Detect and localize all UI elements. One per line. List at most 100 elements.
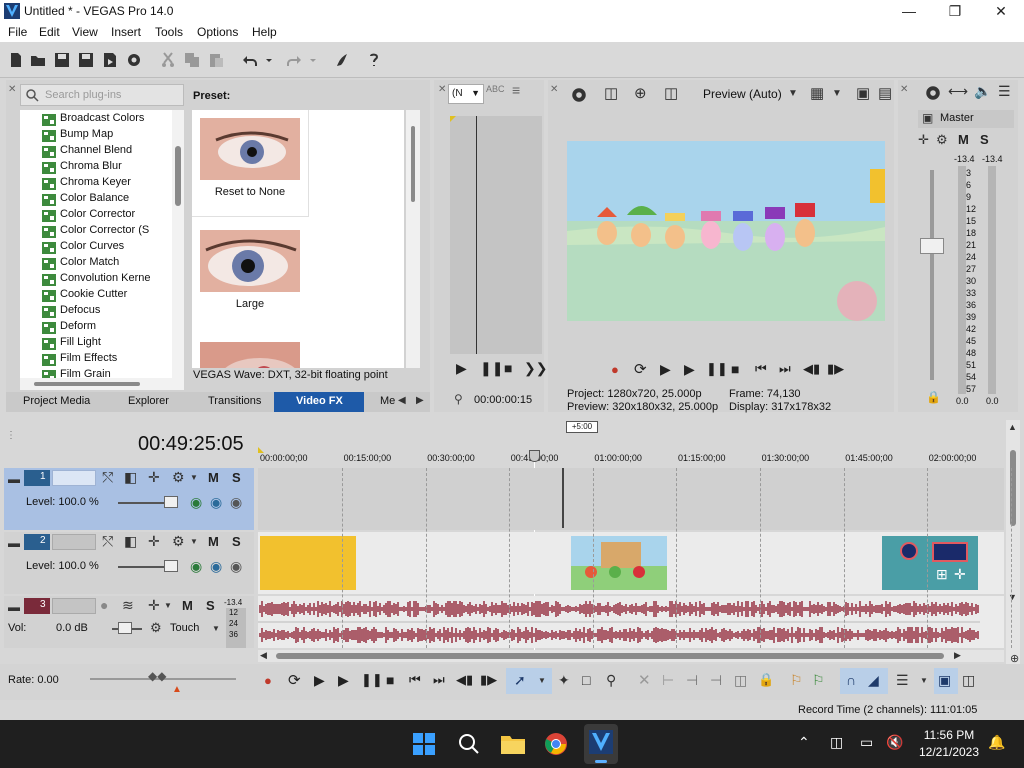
transport-go-start-icon[interactable]: ⏮ xyxy=(409,672,421,688)
menu-help[interactable]: Help xyxy=(252,25,277,39)
master-fx-icon[interactable]: ▣ xyxy=(922,111,933,125)
go-to-end-icon[interactable]: ⏭ xyxy=(779,361,791,377)
track-2-level-handle[interactable] xyxy=(164,560,178,572)
transport-go-end-icon[interactable]: ⏭ xyxy=(433,672,445,688)
normal-edit-tool-button[interactable]: ➚ ▼ xyxy=(506,668,552,694)
preset-scrollbar[interactable] xyxy=(406,110,420,368)
plugin-item[interactable]: Film Grain xyxy=(42,368,111,378)
envelope-edit-tool-icon[interactable]: ✦ xyxy=(558,672,570,689)
track-name-field-2[interactable] xyxy=(52,534,96,550)
insert-region-icon[interactable]: ⚐ xyxy=(812,672,825,689)
next-frame-icon[interactable]: ▮▶ xyxy=(827,361,844,377)
transport-next-frame-icon[interactable]: ▮▶ xyxy=(480,672,497,688)
track-2-compositing-icon[interactable]: ◉ xyxy=(210,558,222,575)
track-2-mute-button[interactable]: M xyxy=(208,534,219,549)
track-2-mask-icon[interactable]: ◉ xyxy=(230,558,242,575)
overlays-grid-icon[interactable]: ▦ xyxy=(810,84,824,102)
track-1-compositing-icon[interactable]: ◉ xyxy=(210,494,222,511)
track-name-field-1[interactable] xyxy=(52,470,96,486)
speaker-icon[interactable]: 🔈 xyxy=(974,83,991,100)
video-clip-cartoon[interactable] xyxy=(571,536,667,590)
save-snapshot-icon[interactable]: ▤ xyxy=(878,84,892,102)
tab-project-media[interactable]: Project Media xyxy=(23,395,90,407)
chevron-down-icon[interactable]: ▼ xyxy=(190,537,198,546)
insert-marker-icon[interactable]: ⚐ xyxy=(790,672,803,689)
external-monitor-icon[interactable]: ◫ xyxy=(604,84,618,102)
cut-icon[interactable] xyxy=(160,52,176,68)
plugin-item[interactable]: Cookie Cutter xyxy=(42,288,127,304)
render-icon[interactable] xyxy=(102,52,118,68)
arm-record-icon[interactable]: ● xyxy=(100,597,108,613)
plugin-tree-hscroll[interactable] xyxy=(20,378,184,390)
ignore-grouping-icon[interactable]: ◫ xyxy=(962,672,975,689)
auto-ripple-icon[interactable]: ◢ xyxy=(868,672,879,689)
transport-prev-frame-icon[interactable]: ◀▮ xyxy=(456,672,473,688)
plugin-tree-scrollbar[interactable] xyxy=(172,110,184,378)
automation-mode-dropdown[interactable]: Touch xyxy=(170,622,199,634)
vscroll-up-icon[interactable]: ▲ xyxy=(1008,422,1017,432)
tab-scroll-right-icon[interactable]: ▶ xyxy=(416,395,424,406)
timeline-vscroll[interactable]: ▲ ▼ xyxy=(1006,420,1020,664)
tab-video-fx[interactable]: Video FX xyxy=(296,395,343,407)
track-header-2[interactable]: ▬ 2 ⤲ ◧ ✛ ⚙ ▼ M S Level: 100.0 % ◉ ◉ ◉ xyxy=(4,532,254,594)
plugin-item[interactable]: Chroma Blur xyxy=(42,160,122,176)
preview-close-icon[interactable]: ✕ xyxy=(550,84,560,104)
properties-gear-icon[interactable] xyxy=(126,52,142,68)
plugin-item[interactable]: Deform xyxy=(42,320,96,336)
save-icon[interactable] xyxy=(54,52,70,68)
track-name-field-3[interactable] xyxy=(52,598,96,614)
save-as-icon[interactable] xyxy=(78,52,94,68)
plugin-item[interactable]: Color Corrector xyxy=(42,208,135,224)
tab-explorer[interactable]: Explorer xyxy=(128,395,169,407)
trimmer-display[interactable] xyxy=(450,116,542,354)
plugin-item[interactable]: Film Effects xyxy=(42,352,117,368)
plugin-item[interactable]: Fill Light xyxy=(42,336,101,352)
spell-check-icon[interactable]: ABC xyxy=(486,84,505,94)
master-close-icon[interactable]: ✕ xyxy=(900,84,910,104)
transport-record-icon[interactable]: ● xyxy=(264,673,272,688)
chrome-icon[interactable] xyxy=(544,732,568,756)
trimmer-close-icon[interactable]: ✕ xyxy=(438,84,448,104)
play-from-start-icon[interactable]: ▶ xyxy=(660,361,671,378)
preset-reset-to-none[interactable]: Reset to None xyxy=(192,110,309,217)
menu-insert[interactable]: Insert xyxy=(111,25,141,39)
input-monitor-icon[interactable]: ≋ xyxy=(122,597,134,614)
automation-gear-icon[interactable]: ⚙ xyxy=(150,620,162,636)
track-3-vol-handle[interactable] xyxy=(118,622,132,634)
master-gear-icon[interactable]: ⚙ xyxy=(936,132,948,148)
plugin-item[interactable]: Broadcast Colors xyxy=(42,112,144,128)
stop-icon[interactable]: ■ xyxy=(731,361,739,377)
trimmer-pin-icon[interactable]: ⚲ xyxy=(454,392,463,406)
tab-media-generators[interactable]: Me xyxy=(380,395,395,407)
split-screen-icon[interactable]: ⊕ xyxy=(634,84,647,102)
menu-view[interactable]: View xyxy=(72,25,98,39)
lock-events-icon[interactable]: 🔒 xyxy=(758,672,774,688)
lock-envelopes-button[interactable]: ▣ xyxy=(934,668,958,694)
transport-stop-icon[interactable]: ■ xyxy=(386,672,394,688)
menu-options[interactable]: Options xyxy=(197,25,238,39)
chevron-down-icon[interactable]: ▼ xyxy=(920,676,928,685)
track-1-automation-icon[interactable]: ◉ xyxy=(190,494,202,511)
master-mute-button[interactable]: M xyxy=(958,132,969,147)
track-collapse-icon[interactable]: ▬ xyxy=(8,472,20,486)
transport-pause-icon[interactable]: ❚❚ xyxy=(361,672,383,688)
go-to-start-icon[interactable]: ⏮ xyxy=(755,361,767,377)
plugin-item[interactable]: Convolution Kerne xyxy=(42,272,151,288)
redo-dropdown-icon[interactable] xyxy=(308,52,318,68)
auto-crossfades-icon[interactable]: ☰ xyxy=(896,672,909,689)
panel-close-icon[interactable]: ✕ xyxy=(8,84,18,104)
preset-large[interactable]: Large xyxy=(192,222,308,328)
track-collapse-icon[interactable]: ▬ xyxy=(8,600,20,614)
restore-icon[interactable]: ❐ xyxy=(932,0,978,22)
track-collapse-icon[interactable]: ▬ xyxy=(8,536,20,550)
search-icon[interactable] xyxy=(457,732,481,756)
plugin-item[interactable]: Chroma Keyer xyxy=(42,176,131,192)
track-fx-icon[interactable]: ✛ xyxy=(148,597,160,614)
redo-icon[interactable] xyxy=(286,52,302,68)
chevron-down-icon[interactable]: ▼ xyxy=(832,88,842,99)
track-2-solo-button[interactable]: S xyxy=(232,534,241,549)
undo-icon[interactable] xyxy=(242,52,258,68)
zoom-in-icon[interactable]: ⊕ xyxy=(1010,652,1019,665)
plugin-item[interactable]: Color Match xyxy=(42,256,119,272)
video-clip-teal[interactable]: ⊞ ✛ xyxy=(882,536,978,590)
